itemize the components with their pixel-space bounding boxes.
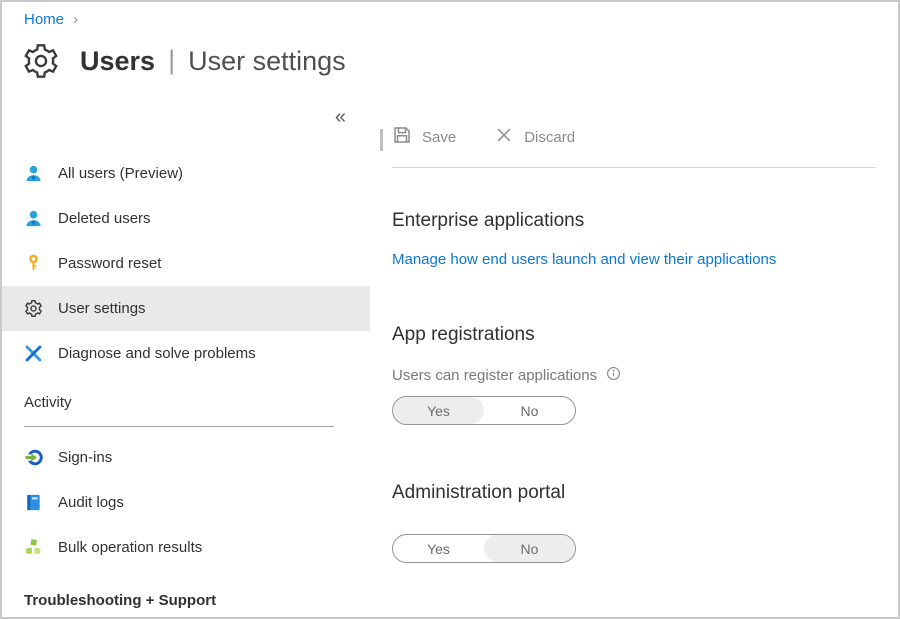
toggle-yes-option[interactable]: Yes bbox=[393, 535, 484, 562]
sign-in-icon bbox=[24, 448, 43, 467]
breadcrumb-home-link[interactable]: Home bbox=[24, 11, 64, 28]
toggle-yes-option[interactable]: Yes bbox=[393, 397, 484, 424]
administration-portal-section: Administration portal Yes No bbox=[392, 482, 876, 563]
user-icon bbox=[24, 164, 43, 183]
sidebar-item-audit-logs[interactable]: Audit logs bbox=[2, 480, 370, 525]
azure-portal-users-settings-page: Home › Users | User settings « bbox=[0, 0, 900, 619]
cubes-icon bbox=[24, 538, 43, 557]
users-settings-gear-icon bbox=[22, 42, 60, 80]
administration-portal-title: Administration portal bbox=[392, 482, 876, 504]
sidebar-item-all-users[interactable]: All users (Preview) bbox=[2, 151, 370, 196]
enterprise-applications-section: Enterprise applications Manage how end u… bbox=[392, 210, 876, 269]
content-toolbar: Save Discard bbox=[392, 115, 876, 159]
sidebar-item-password-reset[interactable]: Password reset bbox=[2, 241, 370, 286]
sidebar-item-diagnose[interactable]: Diagnose and solve problems bbox=[2, 331, 370, 376]
toggle-no-option[interactable]: No bbox=[484, 535, 575, 562]
sidebar-item-sign-ins[interactable]: Sign-ins bbox=[2, 435, 370, 480]
save-label: Save bbox=[422, 129, 456, 146]
sidebar-section-troubleshooting: Troubleshooting + Support bbox=[2, 592, 370, 612]
audit-logs-icon bbox=[24, 493, 43, 512]
sidebar-item-label: User settings bbox=[58, 300, 146, 317]
page-title: Users | User settings bbox=[80, 46, 346, 77]
app-registrations-section: App registrations Users can register app… bbox=[392, 324, 876, 425]
sidebar-collapse-row: « bbox=[2, 91, 370, 151]
page-body: « All users (Preview) Deleted users bbox=[2, 91, 898, 611]
users-can-register-apps-label: Users can register applications bbox=[392, 366, 876, 385]
sidebar-item-deleted-users[interactable]: Deleted users bbox=[2, 196, 370, 241]
manage-end-user-apps-link[interactable]: Manage how end users launch and view the… bbox=[392, 251, 776, 268]
page-title-primary: Users bbox=[80, 46, 155, 77]
sidebar-item-label: Deleted users bbox=[58, 210, 151, 227]
sidebar-nav: All users (Preview) Deleted users Passwo… bbox=[2, 151, 370, 376]
close-icon bbox=[494, 125, 514, 149]
content-scrollbar[interactable] bbox=[380, 129, 383, 151]
sidebar-item-label: All users (Preview) bbox=[58, 165, 183, 182]
setting-label-text: Users can register applications bbox=[392, 367, 597, 384]
sidebar-activity-nav: Sign-ins Audit logs Bulk operation resul… bbox=[2, 435, 370, 570]
page-title-secondary: User settings bbox=[188, 46, 346, 77]
breadcrumb-chevron-icon: › bbox=[73, 11, 78, 28]
crossed-tools-icon bbox=[24, 344, 43, 363]
save-icon bbox=[392, 125, 412, 149]
breadcrumb: Home › bbox=[2, 2, 898, 31]
sidebar-item-label: Password reset bbox=[58, 255, 161, 272]
collapse-sidebar-button[interactable]: « bbox=[329, 106, 352, 128]
sidebar-section-activity: Activity bbox=[2, 394, 370, 414]
toggle-no-option[interactable]: No bbox=[484, 397, 575, 424]
sidebar-item-bulk-operation-results[interactable]: Bulk operation results bbox=[2, 525, 370, 570]
sidebar-item-label: Audit logs bbox=[58, 494, 124, 511]
key-icon bbox=[24, 254, 43, 273]
sidebar-item-label: Diagnose and solve problems bbox=[58, 345, 256, 362]
sidebar-item-user-settings[interactable]: User settings bbox=[2, 286, 370, 331]
toolbar-divider bbox=[392, 167, 876, 168]
page-title-separator: | bbox=[168, 45, 175, 76]
gear-icon bbox=[24, 299, 43, 318]
activity-divider bbox=[24, 426, 334, 427]
sidebar-item-label: Bulk operation results bbox=[58, 539, 202, 556]
save-button[interactable]: Save bbox=[392, 125, 456, 149]
administration-portal-toggle: Yes No bbox=[392, 534, 576, 563]
sidebar-item-label: Sign-ins bbox=[58, 449, 112, 466]
sidebar: « All users (Preview) Deleted users bbox=[2, 91, 370, 611]
page-header: Users | User settings bbox=[2, 31, 898, 87]
discard-label: Discard bbox=[524, 129, 575, 146]
content-pane: Save Discard Enterprise applications Man… bbox=[370, 91, 898, 611]
user-icon bbox=[24, 209, 43, 228]
app-registrations-title: App registrations bbox=[392, 324, 876, 346]
users-can-register-apps-toggle: Yes No bbox=[392, 396, 576, 425]
discard-button[interactable]: Discard bbox=[494, 125, 575, 149]
enterprise-applications-title: Enterprise applications bbox=[392, 210, 876, 232]
info-icon[interactable] bbox=[606, 366, 621, 385]
